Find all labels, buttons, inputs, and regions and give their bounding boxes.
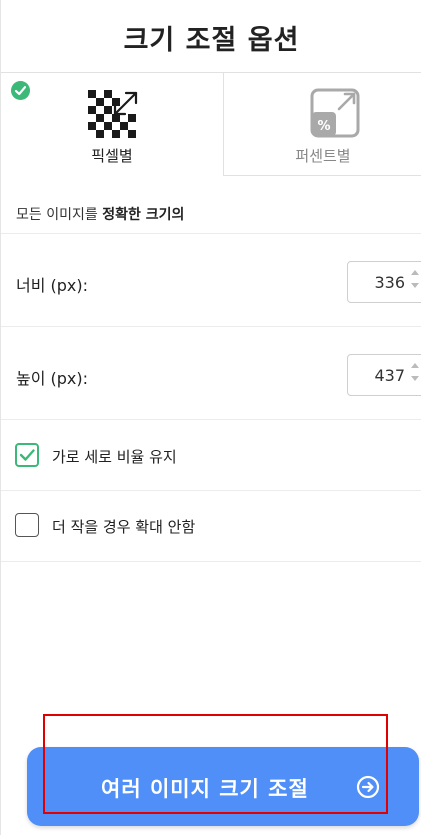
width-stepper-icon[interactable] xyxy=(411,270,419,288)
description-bold-text: 정확한 크기의 xyxy=(102,207,185,223)
divider xyxy=(1,419,421,420)
description-text: 모든 이미지를 xyxy=(16,207,103,223)
svg-text:%: % xyxy=(317,119,330,134)
tab-by-pixels[interactable]: 픽셀별 xyxy=(1,72,223,176)
no-enlarge-checkbox[interactable] xyxy=(15,513,39,537)
checkmark-icon xyxy=(19,449,35,461)
keep-aspect-ratio-label[interactable]: 가로 세로 비율 유지 xyxy=(52,446,177,467)
divider xyxy=(1,233,421,234)
resize-mode-tabs: 픽셀별 % 퍼센트별 xyxy=(1,72,421,176)
divider xyxy=(1,326,421,327)
resize-options-panel: 크기 조절 옵션 픽셀별 % 퍼센트별 모든 이미지를 정확한 크기의 너비 (… xyxy=(0,0,421,835)
height-label: 높이 (px): xyxy=(16,369,89,388)
divider xyxy=(1,561,421,562)
no-enlarge-label[interactable]: 더 작을 경우 확대 안함 xyxy=(52,516,195,537)
tab-by-pixels-label: 픽셀별 xyxy=(91,147,133,165)
pixel-resize-icon xyxy=(88,90,140,142)
width-label: 너비 (px): xyxy=(16,276,89,295)
keep-aspect-ratio-checkbox[interactable] xyxy=(15,443,39,467)
panel-title: 크기 조절 옵션 xyxy=(123,25,300,56)
tab-by-percent[interactable]: % 퍼센트별 xyxy=(223,72,421,176)
resize-images-button-label: 여러 이미지 크기 조절 xyxy=(101,777,309,801)
height-input[interactable]: 437 xyxy=(347,354,421,396)
arrow-circle-right-icon xyxy=(356,775,380,803)
tab-by-percent-label: 퍼센트별 xyxy=(295,147,351,165)
height-stepper-icon[interactable] xyxy=(411,363,419,381)
height-value: 437 xyxy=(374,366,405,385)
selected-check-icon xyxy=(11,81,30,100)
percent-resize-icon: % xyxy=(310,88,360,142)
resize-images-button[interactable]: 여러 이미지 크기 조절 xyxy=(27,747,419,826)
width-value: 336 xyxy=(374,273,405,292)
resize-description: 모든 이미지를 정확한 크기의 xyxy=(16,204,184,224)
divider xyxy=(1,490,421,491)
width-input[interactable]: 336 xyxy=(347,261,421,303)
